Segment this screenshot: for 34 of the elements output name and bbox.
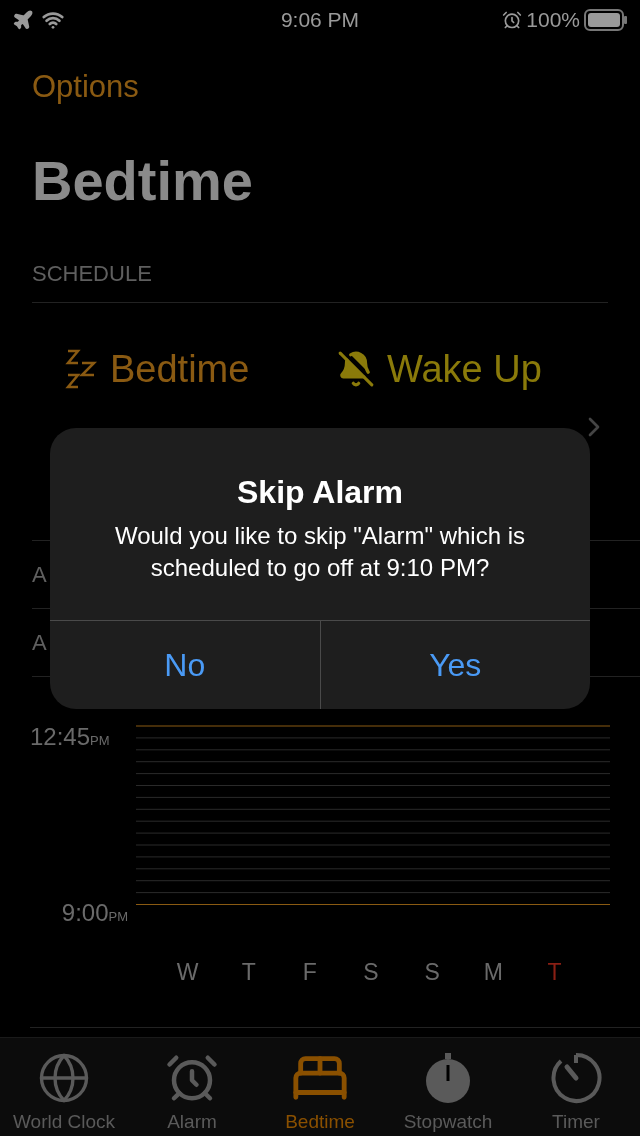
tab[interactable]: World Clock (0, 1038, 128, 1136)
wifi-icon (42, 9, 64, 31)
sleep-icon (64, 349, 98, 389)
alert-button[interactable]: No (50, 621, 320, 709)
page-title: Bedtime (32, 148, 253, 212)
setting-row-label[interactable]: A (32, 625, 47, 659)
battery-percent: 100% (526, 7, 580, 34)
bell-off-icon (337, 350, 375, 388)
tab[interactable]: Timer (512, 1038, 640, 1136)
tab[interactable]: Alarm (128, 1038, 256, 1136)
schedule-label: Wake Up (387, 346, 542, 392)
airplane-icon (12, 9, 34, 31)
back-link[interactable]: Options (32, 69, 139, 104)
day-label: M (482, 957, 504, 987)
schedule-label: Bedtime (110, 346, 250, 392)
axis-label: 9:00PM (61, 897, 129, 928)
alert-message: Would you like to skip "Alarm" which is scheduled to go off at 9:10 PM? (113, 521, 527, 583)
setting-row-label[interactable]: A (32, 557, 47, 591)
alert-button[interactable]: Yes (319, 621, 590, 709)
axis-label: 12:45PM (30, 721, 111, 752)
day-label: S (423, 957, 441, 987)
alarm-clock-icon (502, 10, 523, 30)
alert-title: Skip Alarm (237, 473, 403, 512)
day-label: T (546, 957, 563, 987)
section-header: SCHEDULE (32, 260, 152, 286)
tab[interactable]: Stopwatch (384, 1038, 512, 1136)
tab[interactable]: Bedtime (256, 1038, 384, 1136)
day-label: S (362, 957, 380, 987)
day-label: W (175, 957, 200, 987)
battery-icon (584, 9, 628, 31)
day-label: F (301, 957, 318, 987)
timer-icon (549, 1050, 603, 1105)
day-label: T (240, 957, 257, 987)
status-time: 9:06 PM (280, 7, 360, 34)
